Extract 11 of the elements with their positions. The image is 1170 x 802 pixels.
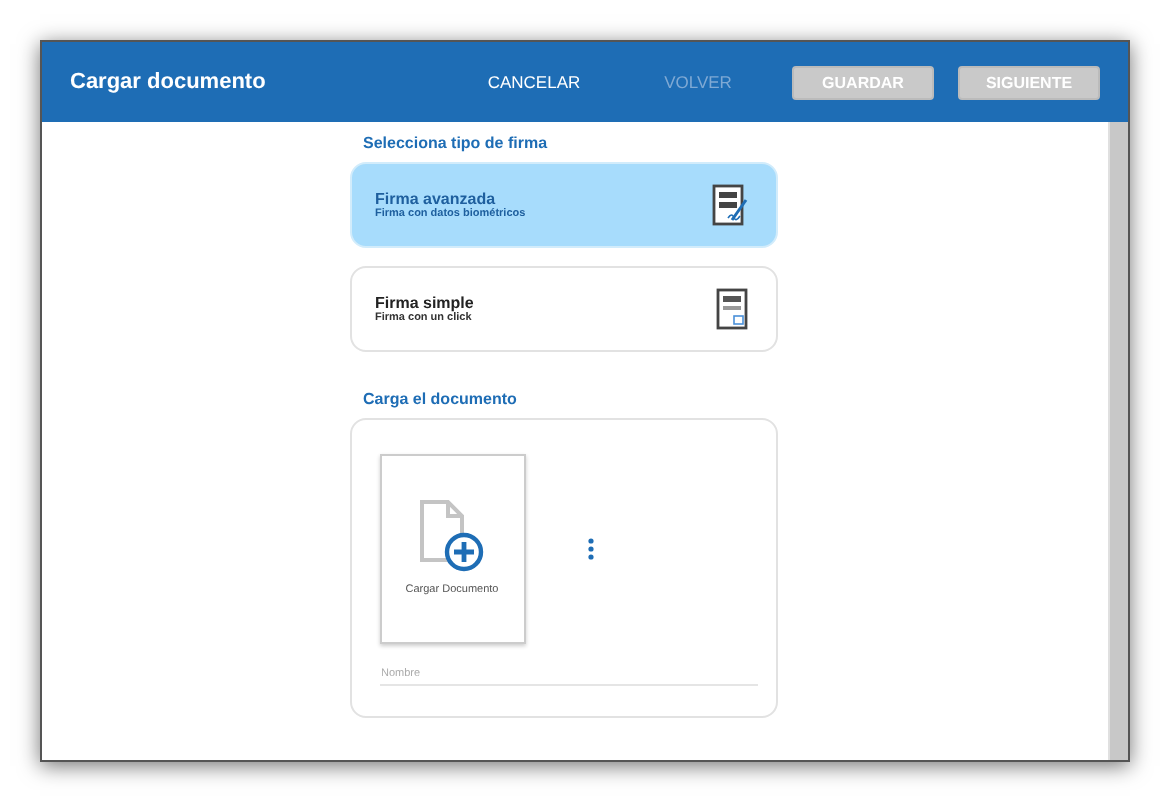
window-title: Cargar documento bbox=[70, 70, 268, 94]
signed-document-icon bbox=[711, 183, 749, 227]
add-file-icon bbox=[418, 500, 486, 572]
option-title: Firma simple bbox=[375, 294, 476, 312]
scrollbar[interactable] bbox=[1108, 122, 1128, 760]
section-heading: Selecciona tipo de firma bbox=[363, 134, 550, 152]
document-icon bbox=[715, 287, 749, 331]
more-options-icon[interactable] bbox=[587, 538, 593, 560]
section-heading: Carga el documento bbox=[363, 390, 519, 408]
option-title: Firma avanzada bbox=[375, 190, 498, 208]
cancel-link[interactable]: CANCELAR bbox=[464, 72, 604, 92]
